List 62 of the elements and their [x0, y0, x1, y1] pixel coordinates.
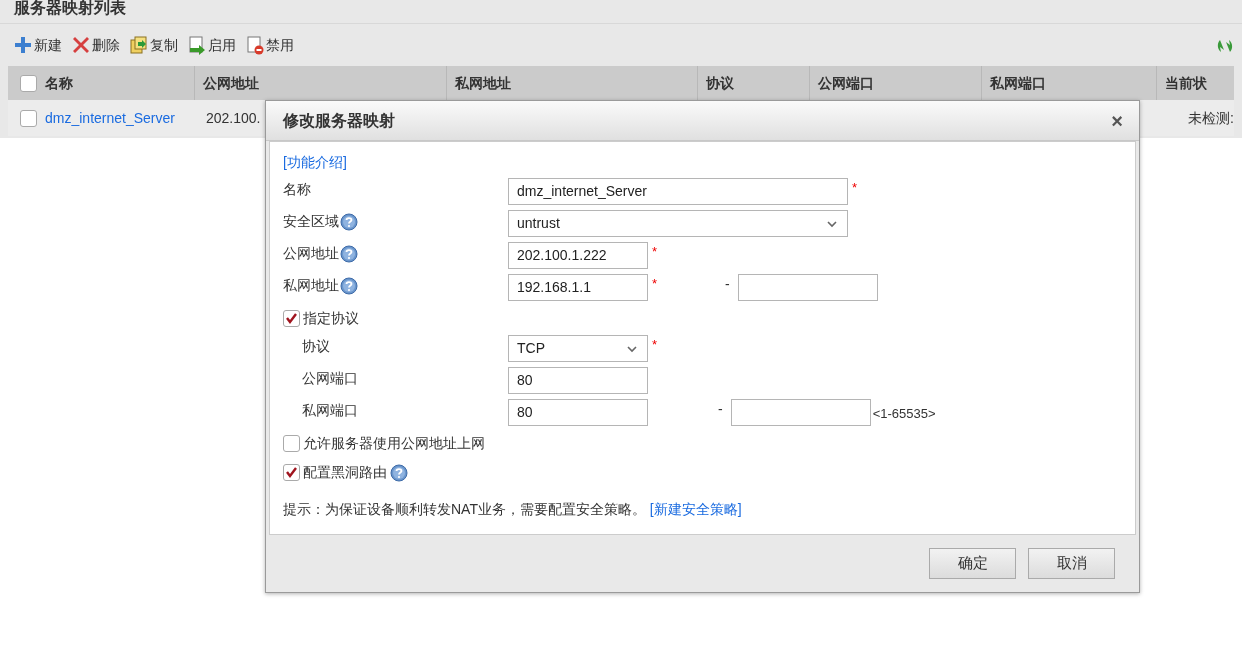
input-field[interactable] — [737, 274, 878, 301]
checkbox-label: 配置黑洞路由 — [303, 462, 387, 482]
input-field[interactable]: dmz_internet_Server — [508, 178, 848, 205]
dialog-button[interactable]: 取消 — [1028, 548, 1115, 579]
required-mark: * — [652, 275, 658, 293]
help-icon[interactable] — [340, 213, 358, 231]
column-header[interactable]: 私网地址 — [454, 72, 511, 94]
plus-icon — [14, 35, 32, 55]
field-label: 私网端口 — [302, 401, 358, 420]
field-label: 协议 — [302, 337, 330, 356]
field-label: 公网端口 — [302, 369, 358, 388]
required-mark: * — [652, 336, 658, 354]
dropdown[interactable]: TCP — [508, 335, 648, 362]
checkbox[interactable] — [283, 309, 300, 327]
field-label: 安全区域 — [283, 212, 339, 231]
toolbar-button[interactable]: 禁用 — [246, 34, 294, 56]
input-field[interactable]: 192.168.1.1 — [508, 274, 648, 301]
name-link[interactable]: dmz_internet_Server — [45, 107, 175, 129]
table-cell-text: 未检测: — [1188, 108, 1234, 128]
help-icon[interactable] — [340, 277, 358, 295]
required-mark: * — [852, 179, 858, 197]
column-header[interactable]: 协议 — [706, 72, 735, 94]
checkbox[interactable] — [20, 74, 37, 92]
dialog-title: 修改服务器映射 — [283, 110, 395, 131]
checkbox[interactable] — [283, 463, 300, 481]
copy-icon — [130, 35, 148, 55]
new-policy-link[interactable]: [新建安全策略] — [649, 501, 742, 517]
input-field[interactable] — [730, 399, 871, 426]
checkbox-label: 允许服务器使用公网地址上网 — [303, 433, 485, 453]
input-field[interactable]: 202.100.1.222 — [508, 242, 648, 269]
document-minus-icon — [246, 35, 264, 55]
help-icon[interactable] — [340, 245, 358, 263]
required-mark: * — [652, 243, 658, 261]
hint-text: 提示：为保证设备顺利转发NAT业务，需要配置安全策略。 [新建安全策略] — [283, 500, 743, 519]
toolbar-button[interactable]: 删除 — [72, 34, 120, 56]
toolbar-button[interactable]: 复制 — [130, 34, 178, 56]
column-header[interactable]: 公网地址 — [203, 72, 260, 94]
checkbox-label: 指定协议 — [303, 308, 359, 328]
intro-link[interactable]: [功能介绍] — [283, 154, 347, 170]
dropdown[interactable]: untrust — [508, 210, 848, 237]
column-header[interactable]: 名称 — [45, 72, 73, 94]
field-label: 私网地址 — [283, 276, 339, 295]
range-separator: - — [718, 400, 723, 419]
help-icon[interactable] — [390, 464, 408, 482]
dialog-button[interactable]: 确定 — [929, 548, 1016, 579]
column-header[interactable]: 当前状 — [1164, 72, 1207, 94]
toolbar-button[interactable]: 启用 — [188, 34, 236, 56]
cross-icon — [72, 35, 90, 55]
input-field[interactable]: 80 — [508, 367, 648, 394]
close-button[interactable]: × — [1111, 110, 1123, 131]
column-header[interactable]: 私网端口 — [990, 72, 1047, 94]
toolbar-button[interactable]: 新建 — [14, 34, 62, 56]
field-label: 公网地址 — [283, 244, 339, 263]
checkbox[interactable] — [283, 434, 300, 452]
range-separator: - — [725, 275, 730, 294]
checkbox[interactable] — [20, 109, 37, 127]
table-cell-text: 202.100. — [206, 108, 261, 128]
page-title: 服务器映射列表 — [0, 0, 1242, 24]
column-header[interactable]: 公网端口 — [817, 72, 874, 94]
range-hint: <1-65535> — [872, 405, 936, 423]
input-field[interactable]: 80 — [508, 399, 648, 426]
field-label: 名称 — [283, 180, 311, 199]
